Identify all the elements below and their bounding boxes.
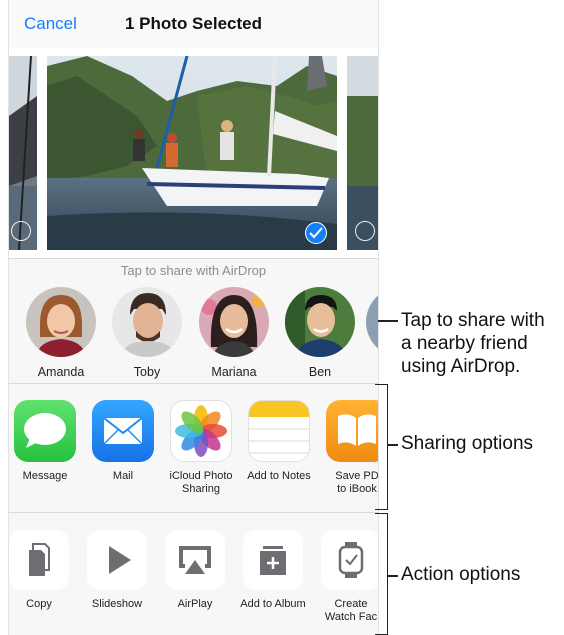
divider	[9, 512, 378, 513]
ibooks-icon	[326, 400, 378, 462]
sharing-callout: Sharing options	[401, 433, 534, 454]
label-line-1: Save PD	[335, 470, 379, 482]
airdrop-callout: Tap to share with a nearby friend using …	[401, 309, 545, 378]
avatar	[366, 287, 378, 357]
label-line-2: to iBook	[337, 483, 377, 495]
cancel-button[interactable]: Cancel	[24, 14, 77, 34]
action-label: Create Watch Fac	[312, 598, 378, 624]
label-line-1: iCloud Photo	[169, 470, 233, 482]
airdrop-contact-ben[interactable]: Ben	[280, 287, 360, 379]
contact-name: Ben	[308, 365, 332, 379]
action-label: Slideshow	[91, 598, 143, 610]
photo-strip[interactable]	[9, 48, 378, 258]
share-app-message[interactable]: Message	[9, 400, 84, 483]
label-line-1: Create	[334, 598, 368, 610]
divider	[9, 258, 378, 259]
select-circle-icon[interactable]	[11, 221, 31, 241]
avatar	[26, 287, 96, 357]
avatar	[285, 287, 355, 357]
contact-name: Toby	[133, 365, 161, 379]
action-callout: Action options	[401, 564, 521, 585]
airplay-icon	[165, 530, 225, 590]
callout-line-2: a nearby friend	[401, 333, 528, 354]
contact-name: Mariana	[211, 365, 257, 379]
selected-check-icon[interactable]	[305, 222, 327, 244]
avatar	[199, 287, 269, 357]
partial-right-photo[interactable]	[347, 56, 378, 250]
message-icon	[14, 400, 76, 462]
notes-icon	[248, 400, 310, 462]
airdrop-contact-amanda[interactable]: Amanda	[21, 287, 101, 379]
sharing-bracket	[375, 384, 388, 510]
select-circle-icon[interactable]	[355, 221, 375, 241]
airdrop-contact-mariana[interactable]: Mariana	[194, 287, 274, 379]
action-airplay[interactable]: AirPlay	[156, 530, 234, 611]
action-add-to-album[interactable]: Add to Album	[234, 530, 312, 611]
action-callout-line	[388, 575, 398, 577]
share-app-label: iCloud Photo Sharing	[162, 470, 240, 496]
airdrop-callout-line	[378, 320, 398, 322]
add-album-icon	[243, 530, 303, 590]
share-app-icloud-photo-sharing[interactable]: iCloud Photo Sharing	[162, 400, 240, 496]
share-app-mail[interactable]: Mail	[84, 400, 162, 483]
action-copy[interactable]: Copy	[9, 530, 78, 611]
watch-icon	[321, 530, 378, 590]
sharing-callout-line	[388, 444, 398, 446]
contact-name: Amanda	[37, 365, 85, 379]
share-app-label: Save PD to iBook	[318, 470, 379, 496]
label-line-2: Sharing	[182, 483, 220, 495]
divider	[9, 383, 378, 384]
action-create-watch-face[interactable]: Create Watch Fac	[312, 530, 378, 624]
label-line-2: Watch Fac	[324, 611, 378, 623]
action-bracket	[375, 513, 388, 635]
avatar	[112, 287, 182, 357]
sailboat-photo[interactable]	[47, 56, 337, 250]
share-app-label: Mail	[112, 470, 134, 482]
share-sheet: Cancel 1 Photo Selected Tap to share wit…	[8, 0, 379, 635]
action-label: AirPlay	[177, 598, 213, 610]
share-app-label: Message	[22, 470, 68, 482]
share-app-label: Add to Notes	[247, 470, 311, 482]
photos-icon	[170, 400, 232, 462]
copy-icon	[9, 530, 69, 590]
callout-line-1: Tap to share with	[401, 310, 545, 331]
navigation-bar: Cancel 1 Photo Selected	[9, 0, 378, 49]
airdrop-contact-toby[interactable]: Toby	[107, 287, 187, 379]
share-app-save-pdf-ibooks[interactable]: Save PD to iBook	[318, 400, 379, 496]
action-label: Copy	[26, 598, 52, 610]
callout-line-3: using AirDrop.	[401, 356, 521, 377]
mail-icon	[92, 400, 154, 462]
play-icon	[87, 530, 147, 590]
partial-left-photo[interactable]	[9, 56, 37, 250]
airdrop-contact-partial[interactable]	[366, 287, 378, 357]
action-slideshow[interactable]: Slideshow	[78, 530, 156, 611]
action-label: Add to Album	[240, 598, 306, 610]
airdrop-hint: Tap to share with AirDrop	[120, 263, 267, 278]
share-app-add-to-notes[interactable]: Add to Notes	[240, 400, 318, 483]
